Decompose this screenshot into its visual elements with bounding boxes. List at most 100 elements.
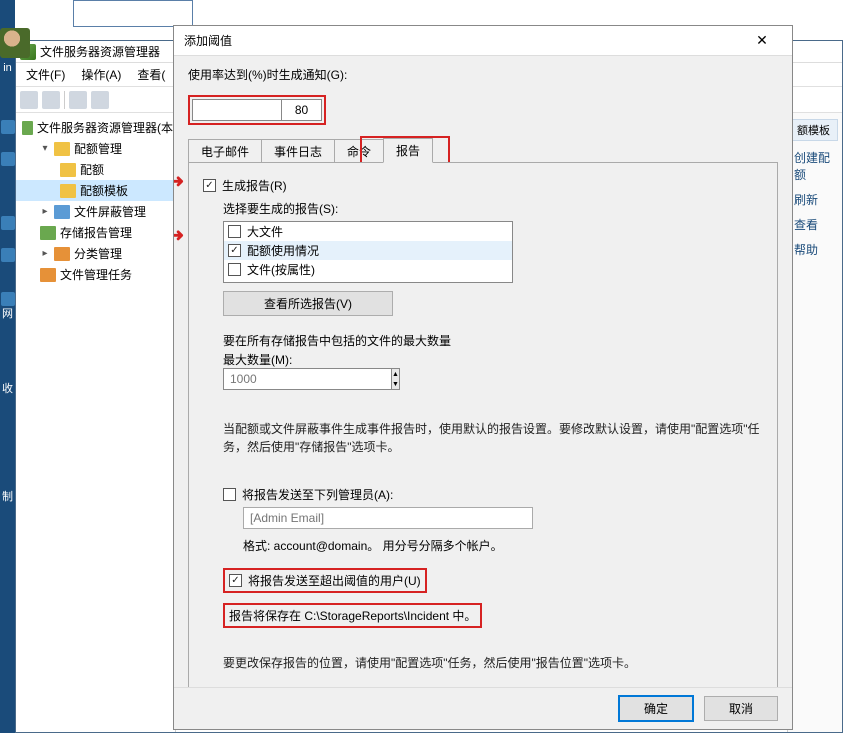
expand-icon[interactable]: ▸ [40,249,50,259]
taskbar-icon[interactable] [1,216,15,230]
send-admin-label: 将报告发送至下列管理员(A): [242,486,393,503]
fsrm-actions-pane: 额模板 创建配额 刷新 查看 帮助 [787,113,842,732]
tree-root[interactable]: 文件服务器资源管理器(本 [16,117,175,138]
send-user-highlight-box: 将报告发送至超出阈值的用户(U) [223,568,427,593]
action-create-template[interactable]: 创建配额 [792,145,838,187]
send-user-row[interactable]: 将报告发送至超出阈值的用户(U) [229,572,421,589]
max-count-input[interactable] [223,368,392,390]
threshold-value-input[interactable] [282,99,322,121]
add-threshold-dialog: 添加阈值 ✕ 使用率达到(%)时生成通知(G): 电子邮件 事件日志 命令 报告… [173,25,793,730]
cancel-button[interactable]: 取消 [704,696,778,721]
folder-icon [54,247,70,261]
spinner-down-icon[interactable]: ▼ [392,379,399,389]
tree-label: 文件管理任务 [60,266,132,283]
report-item-label: 文件(按属性) [247,261,315,278]
folder-icon [60,184,76,198]
toolbar-forward-icon[interactable] [42,91,60,109]
action-refresh[interactable]: 刷新 [792,187,838,212]
tree-label: 配额模板 [80,182,128,199]
tree-file-screening[interactable]: ▸ 文件屏蔽管理 [16,201,175,222]
tree-label: 分类管理 [74,245,122,262]
tree-classification[interactable]: ▸ 分类管理 [16,243,175,264]
threshold-input-blank[interactable] [192,99,282,121]
windows-taskbar-edge: in 网 收 制 [0,0,15,733]
dialog-titlebar[interactable]: 添加阈值 ✕ [174,26,792,56]
report-item-label: 配额使用情况 [247,242,319,259]
annotation-arrow-icon: ➜ [174,225,184,246]
close-icon: ✕ [756,32,768,49]
taskbar-icon[interactable] [1,292,15,306]
collapse-icon[interactable]: ▾ [40,144,50,154]
tree-quota-mgmt[interactable]: ▾ 配额管理 [16,138,175,159]
tree-label: 存储报告管理 [60,224,132,241]
tree-quota-templates[interactable]: 配额模板 [16,180,175,201]
folder-icon [54,142,70,156]
tree-root-label: 文件服务器资源管理器(本 [37,119,173,136]
admin-email-format: 格式: account@domain。 用分号分隔多个帐户。 [243,537,763,554]
report-list[interactable]: 大文件 配额使用情况 文件(按属性) [223,221,513,283]
tree-storage-reports[interactable]: 存储报告管理 [16,222,175,243]
save-path-text: 报告将保存在 C:\StorageReports\Incident 中。 [229,609,476,623]
send-admin-row[interactable]: 将报告发送至下列管理员(A): [223,486,763,503]
taskbar-text: in [0,62,15,74]
report-item-quota-usage[interactable]: 配额使用情况 [224,241,512,260]
action-help[interactable]: 帮助 [792,237,838,262]
save-location-help: 要更改保存报告的位置，请使用"配置选项"任务，然后使用"报告位置"选项卡。 [223,654,763,672]
fsrm-tree[interactable]: 文件服务器资源管理器(本 ▾ 配额管理 配额 配额模板 ▸ 文件屏蔽管理 [16,113,176,732]
max-count-label: 最大数量(M): [223,351,763,368]
tab-email[interactable]: 电子邮件 [188,139,262,163]
taskbar-text: 收 [0,380,15,396]
toolbar-refresh-icon[interactable] [91,91,109,109]
close-button[interactable]: ✕ [742,27,782,55]
actions-header: 额模板 [792,119,838,141]
generate-reports-checkbox[interactable] [203,179,216,192]
tab-command[interactable]: 命令 [334,139,384,163]
fsrm-root-icon [22,121,33,135]
tree-label: 配额 [80,161,104,178]
max-count-spinner[interactable]: ▲ ▼ [223,368,373,390]
taskbar-icon[interactable] [1,120,15,134]
report-item-files-by-property[interactable]: 文件(按属性) [224,260,512,279]
report-checkbox[interactable] [228,263,241,276]
tab-report[interactable]: 报告 [383,138,433,163]
menu-action[interactable]: 操作(A) [75,64,127,85]
send-admin-checkbox[interactable] [223,488,236,501]
report-settings-help: 当配额或文件屏蔽事件生成事件报告时，使用默认的报告设置。要修改默认设置，请使用"… [223,420,763,456]
menu-file[interactable]: 文件(F) [20,64,71,85]
report-checkbox[interactable] [228,225,241,238]
report-checkbox[interactable] [228,244,241,257]
toolbar-icon[interactable] [69,91,87,109]
dialog-button-bar: 确定 取消 [174,687,792,729]
max-files-label: 要在所有存储报告中包括的文件的最大数量 [223,332,763,349]
admin-email-input[interactable] [243,507,533,529]
generate-reports-row[interactable]: 生成报告(R) [203,177,763,194]
taskbar-icon[interactable] [1,152,15,166]
threshold-highlight-box [188,95,326,125]
folder-icon [40,268,56,282]
view-selected-reports-button[interactable]: 查看所选报告(V) [223,291,393,316]
save-path-highlight-box: 报告将保存在 C:\StorageReports\Incident 中。 [223,603,482,628]
tree-quota[interactable]: 配额 [16,159,175,180]
action-view[interactable]: 查看 [792,212,838,237]
tab-eventlog[interactable]: 事件日志 [261,139,335,163]
send-user-checkbox[interactable] [229,574,242,587]
tree-file-tasks[interactable]: 文件管理任务 [16,264,175,285]
spinner-up-icon[interactable]: ▲ [392,369,399,379]
tab-strip: 电子邮件 事件日志 命令 报告 [188,139,778,163]
user-avatar [0,28,30,58]
toolbar-back-icon[interactable] [20,91,38,109]
menu-view[interactable]: 查看( [131,64,171,85]
taskbar-icon[interactable] [1,248,15,262]
generate-reports-label: 生成报告(R) [222,177,287,194]
ok-button[interactable]: 确定 [618,695,694,722]
dialog-title: 添加阈值 [184,32,742,49]
annotation-arrow-icon: ➜ [174,171,184,192]
folder-icon [40,226,56,240]
taskbar-text: 网 [0,305,15,321]
report-item-large-files[interactable]: 大文件 [224,222,512,241]
taskbar-text: 制 [0,488,15,504]
expand-icon[interactable]: ▸ [40,207,50,217]
folder-icon [60,163,76,177]
tree-label: 文件屏蔽管理 [74,203,146,220]
tree-label: 配额管理 [74,140,122,157]
